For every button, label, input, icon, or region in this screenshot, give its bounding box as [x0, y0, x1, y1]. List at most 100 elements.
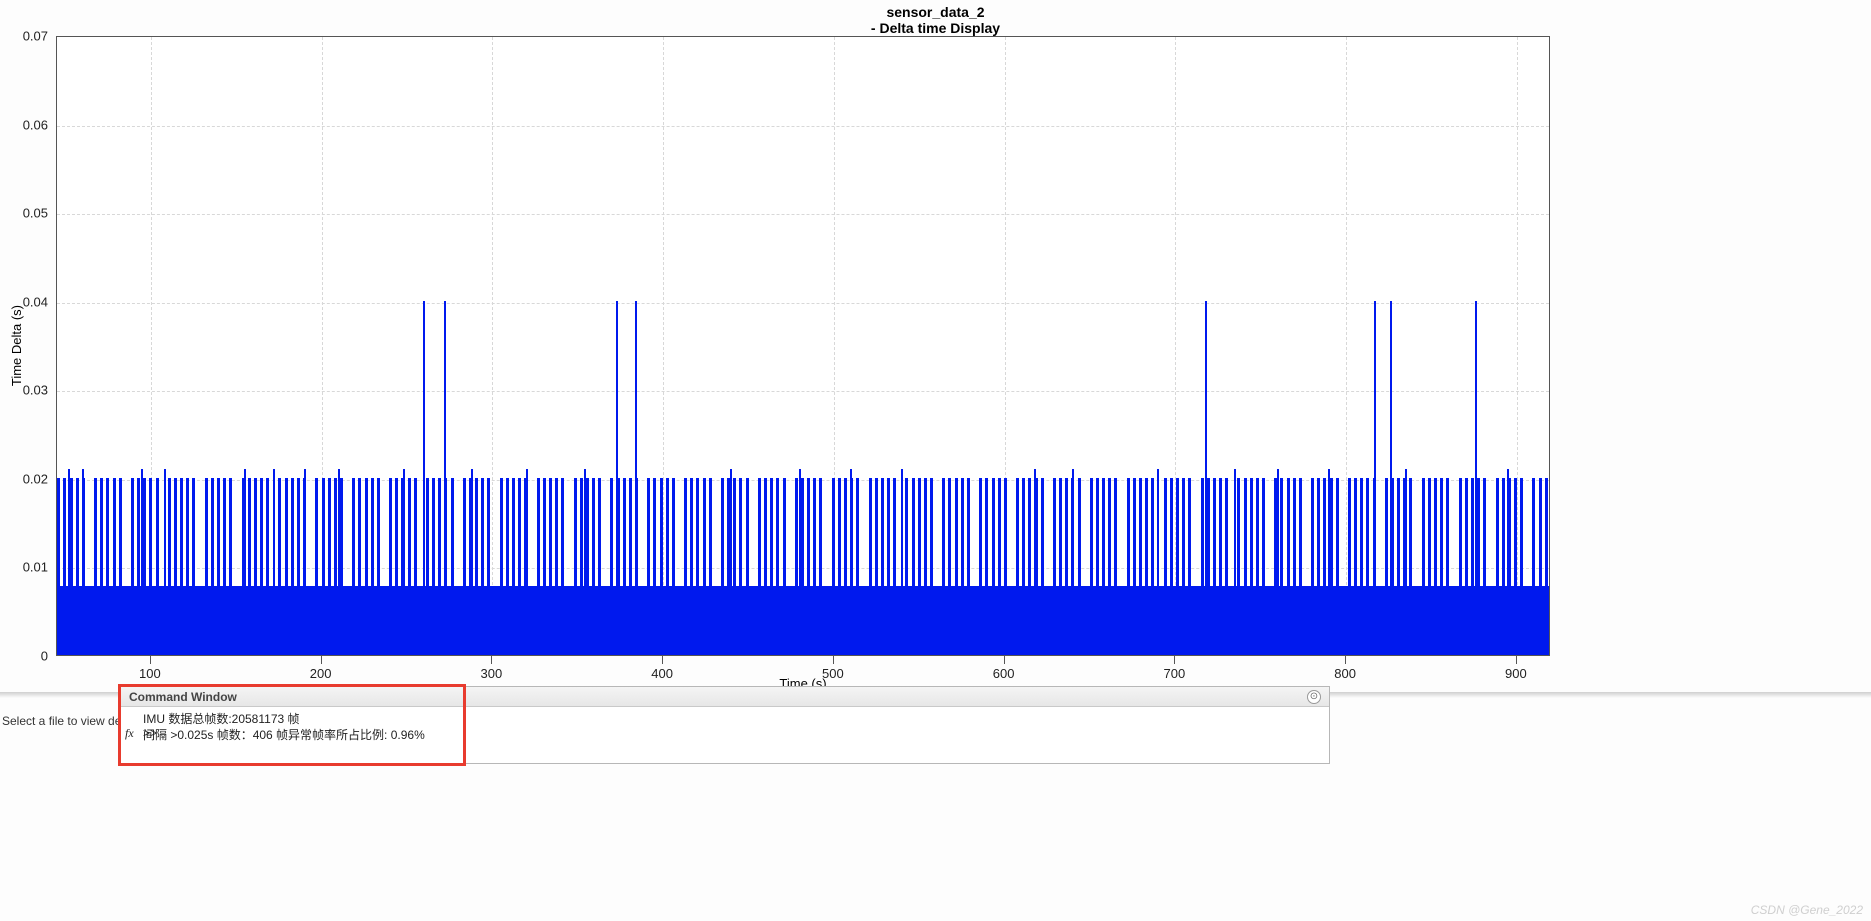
chart-bar	[758, 478, 761, 655]
chart-bar	[192, 478, 195, 655]
chart-bar	[733, 478, 736, 655]
chart-bar	[1428, 478, 1431, 655]
chart-bar	[912, 478, 915, 655]
chart-bar	[979, 478, 982, 655]
chart-bar	[1096, 478, 1099, 655]
chart-bar-spike	[423, 301, 425, 655]
chart-bar	[506, 478, 509, 655]
chart-bar	[703, 478, 706, 655]
plot-axes[interactable]	[56, 36, 1550, 656]
chart-bar	[1059, 478, 1062, 655]
chart-bar	[1004, 478, 1007, 655]
chart-bar	[948, 478, 951, 655]
x-tick	[321, 656, 322, 664]
chart-bar	[113, 478, 116, 655]
chart-bar	[1176, 478, 1179, 655]
chart-bar-small-spike	[304, 469, 306, 655]
gridline-v	[492, 37, 493, 655]
chart-bar	[426, 478, 429, 655]
command-window-titlebar[interactable]: Command Window ⊙	[121, 687, 1329, 707]
chart-bar	[776, 478, 779, 655]
command-window[interactable]: Command Window ⊙ IMU 数据总帧数:20581173 帧 间隔…	[120, 686, 1330, 764]
gridline-v	[1346, 37, 1347, 655]
gridline-h	[57, 391, 1549, 392]
chart-bar	[924, 478, 927, 655]
workspace-hint-text: Select a file to view de	[0, 714, 121, 728]
chart-bar	[893, 478, 896, 655]
chart-bar	[875, 478, 878, 655]
chart-bar	[365, 478, 368, 655]
chart-bar	[217, 478, 220, 655]
chart-bar-small-spike	[584, 469, 586, 655]
chart-bar	[1422, 478, 1425, 655]
chart-bar	[186, 478, 189, 655]
chart-bar	[1434, 478, 1437, 655]
chart-bar-small-spike	[1507, 469, 1509, 655]
fx-icon[interactable]: fx	[125, 725, 134, 741]
chart-bar	[291, 478, 294, 655]
command-prompt[interactable]: >>	[143, 725, 157, 741]
x-tick	[662, 656, 663, 664]
chart-bar	[549, 478, 552, 655]
minimize-icon[interactable]: ⊙	[1307, 690, 1321, 704]
chart-bar	[684, 478, 687, 655]
chart-bar	[1502, 478, 1505, 655]
chart-bar	[721, 478, 724, 655]
chart-bar	[838, 478, 841, 655]
chart-bar	[1041, 478, 1044, 655]
gridline-v	[1517, 37, 1518, 655]
chart-bar	[795, 478, 798, 655]
chart-bar-small-spike	[1157, 469, 1159, 655]
chart-bar	[930, 478, 933, 655]
chart-bar	[371, 478, 374, 655]
chart-bar	[739, 478, 742, 655]
chart-bar	[660, 478, 663, 655]
chart-bar-small-spike	[1072, 469, 1074, 655]
chart-bar	[1496, 478, 1499, 655]
chart-bar-small-spike	[338, 469, 340, 655]
chart-bar	[1022, 478, 1025, 655]
y-tick-label: 0.07	[23, 29, 48, 44]
x-tick	[1004, 656, 1005, 664]
chart-bar-small-spike	[901, 469, 903, 655]
chart-bar	[76, 478, 79, 655]
chart-bar	[1293, 478, 1296, 655]
chart-bar	[1102, 478, 1105, 655]
chart-title-line2: - Delta time Display	[0, 20, 1871, 36]
cmd-output-line: 间隔 >0.025s 帧数：406 帧异常帧率所占比例: 0.96%	[143, 727, 1321, 743]
chart-bar	[1483, 478, 1486, 655]
chart-bar	[709, 478, 712, 655]
chart-bar-small-spike	[141, 469, 143, 655]
chart-bar-spike	[444, 301, 446, 655]
chart-bar	[992, 478, 995, 655]
chart-bar-small-spike	[82, 469, 84, 655]
chart-bar	[1016, 478, 1019, 655]
chart-bar	[1145, 478, 1148, 655]
x-tick	[491, 656, 492, 664]
chart-bar	[315, 478, 318, 655]
chart-bar	[1201, 478, 1204, 655]
chart-bar	[955, 478, 958, 655]
chart-bar	[254, 478, 257, 655]
chart-bar	[598, 478, 601, 655]
chart-bar	[1385, 478, 1388, 655]
chart-bar	[1348, 478, 1351, 655]
chart-bar	[819, 478, 822, 655]
chart-bar	[887, 478, 890, 655]
chart-bar	[1471, 478, 1474, 655]
chart-bar-spike	[616, 301, 618, 655]
x-tick	[1174, 656, 1175, 664]
chart-bar-small-spike	[471, 469, 473, 655]
chart-bar	[856, 478, 859, 655]
cmd-output-line: IMU 数据总帧数:20581173 帧	[143, 711, 1321, 727]
chart-bar-small-spike	[403, 469, 405, 655]
chart-bar	[1219, 478, 1222, 655]
y-tick-label: 0.05	[23, 206, 48, 221]
chart-bar	[1078, 478, 1081, 655]
y-tick-label: 0.06	[23, 117, 48, 132]
chart-title: sensor_data_2 - Delta time Display	[0, 4, 1871, 36]
command-window-body[interactable]: IMU 数据总帧数:20581173 帧 间隔 >0.025s 帧数：406 帧…	[121, 707, 1329, 743]
chart-bar	[414, 478, 417, 655]
chart-bar	[1459, 478, 1462, 655]
chart-bar	[432, 478, 435, 655]
